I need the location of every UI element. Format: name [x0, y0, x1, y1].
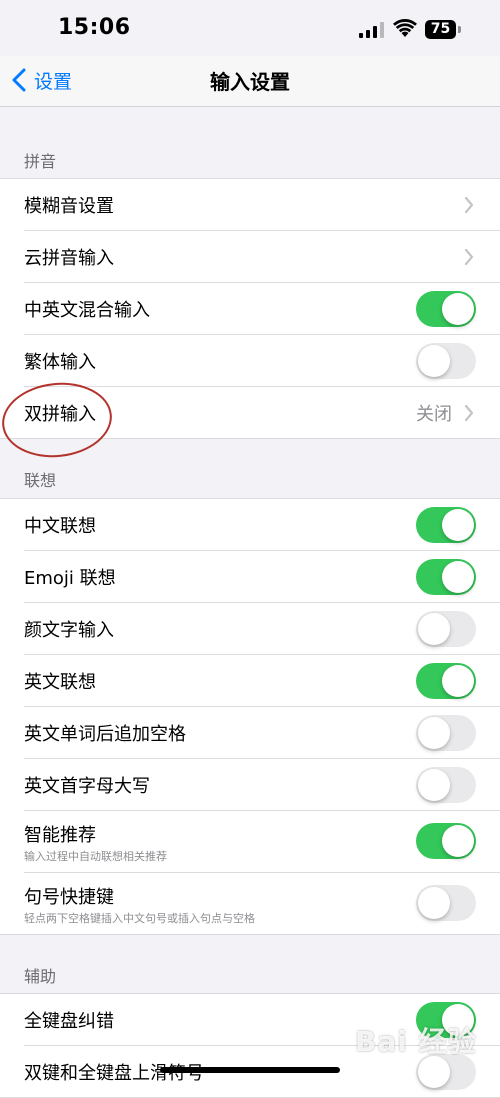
row-smart-suggestions: 智能推荐 输入过程中自动联想相关推荐 [24, 811, 500, 873]
row-auto-capitalize: 英文首字母大写 [24, 759, 500, 811]
row-sublabel: 输入过程中自动联想相关推荐 [24, 850, 167, 863]
battery-level: 75 [425, 20, 456, 39]
emoji-prediction-toggle[interactable] [416, 559, 476, 595]
wifi-icon [393, 19, 417, 37]
row-shuangpin-input[interactable]: 双拼输入 关闭 [24, 387, 500, 438]
row-label: 颜文字输入 [24, 620, 114, 641]
section-header-fuzhu: 辅助 [24, 967, 57, 986]
row-label: 双拼输入 [24, 404, 96, 425]
row-label: 云拼音输入 [24, 248, 114, 269]
row-fuzzy-pinyin[interactable]: 模糊音设置 [24, 179, 500, 231]
row-traditional-input: 繁体输入 [24, 335, 500, 387]
page-title: 输入设置 [210, 70, 290, 94]
kaomoji-input-toggle[interactable] [416, 611, 476, 647]
chevron-right-icon [464, 196, 474, 214]
chinese-prediction-toggle[interactable] [416, 507, 476, 543]
row-kaomoji-input: 颜文字输入 [24, 603, 500, 655]
traditional-input-toggle[interactable] [416, 343, 476, 379]
cellular-signal-icon [359, 22, 384, 38]
row-label: 繁体输入 [24, 352, 96, 373]
row-label: 句号快捷键 [24, 887, 114, 908]
append-space-toggle[interactable] [416, 715, 476, 751]
row-label: 模糊音设置 [24, 196, 114, 217]
auto-capitalize-toggle[interactable] [416, 767, 476, 803]
row-append-space: 英文单词后追加空格 [24, 707, 500, 759]
row-period-shortcut: 句号快捷键 轻点两下空格键插入中文句号或插入句点与空格 [24, 873, 500, 934]
row-label: Emoji 联想 [24, 568, 116, 589]
smart-suggestions-toggle[interactable] [416, 823, 476, 859]
row-chinese-prediction: 中文联想 [24, 499, 500, 551]
row-cloud-pinyin[interactable]: 云拼音输入 [24, 231, 500, 283]
chevron-right-icon [464, 404, 474, 422]
row-emoji-prediction: Emoji 联想 [24, 551, 500, 603]
row-label: 英文单词后追加空格 [24, 724, 186, 745]
section-header-lianxiang: 联想 [24, 471, 57, 490]
row-label: 智能推荐 [24, 825, 96, 846]
battery-icon: 75 [425, 20, 463, 39]
row-label: 英文首字母大写 [24, 776, 150, 797]
period-shortcut-toggle[interactable] [416, 885, 476, 921]
home-indicator[interactable] [160, 1067, 340, 1073]
row-sublabel: 轻点两下空格键插入中文句号或插入句点与空格 [24, 912, 255, 925]
section-header-pinyin: 拼音 [24, 152, 57, 171]
baidu-watermark: Bai 经验 [355, 1025, 477, 1058]
row-value: 关闭 [416, 404, 452, 425]
status-bar: 15:06 75 [0, 0, 500, 56]
chevron-right-icon [464, 248, 474, 266]
row-label: 英文联想 [24, 672, 96, 693]
row-label: 中英文混合输入 [24, 300, 150, 321]
row-label: 中文联想 [24, 516, 96, 537]
english-prediction-toggle[interactable] [416, 663, 476, 699]
status-time: 15:06 [58, 15, 131, 40]
group-lianxiang: 中文联想 Emoji 联想 颜文字输入 英文联想 英文单词后追加空格 英文首字母… [0, 498, 500, 935]
navigation-bar: 设置 输入设置 [0, 56, 500, 107]
row-mixed-input: 中英文混合输入 [24, 283, 500, 335]
row-english-prediction: 英文联想 [24, 655, 500, 707]
row-label: 全键盘纠错 [24, 1011, 114, 1032]
group-pinyin: 模糊音设置 云拼音输入 中英文混合输入 繁体输入 双拼输入 关闭 [0, 178, 500, 439]
mixed-input-toggle[interactable] [416, 291, 476, 327]
